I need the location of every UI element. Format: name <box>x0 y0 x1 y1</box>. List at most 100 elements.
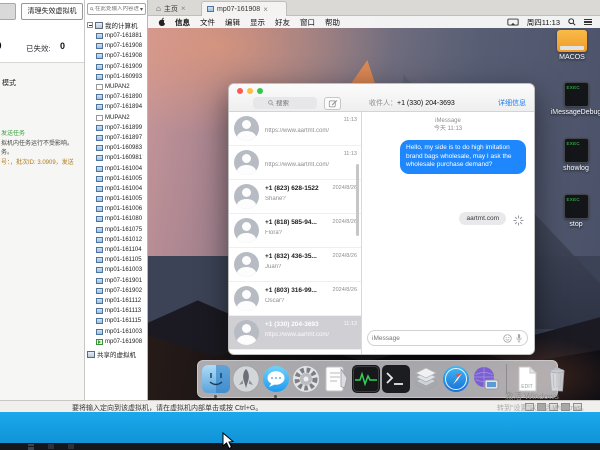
partial-button[interactable] <box>0 3 16 20</box>
tree-root-my-computer[interactable]: 我的计算机 <box>87 20 138 30</box>
vm-tree-item[interactable]: mp01-161080 <box>96 214 148 224</box>
vm-tree-item[interactable]: mp07-161894 <box>96 102 148 112</box>
vm-tree-item[interactable]: mp07-161908 <box>96 41 148 51</box>
start-button[interactable] <box>28 444 34 450</box>
close-icon[interactable]: × <box>181 4 186 13</box>
vm-tree-item[interactable]: mp01-161003 <box>96 265 148 275</box>
dock-launchpad-icon[interactable] <box>232 365 260 393</box>
dock-document-icon[interactable]: EDIT <box>513 365 541 393</box>
vm-tree-item[interactable]: mp07-161899 <box>96 123 148 133</box>
vm-tree-item[interactable]: mp01-161004 <box>96 163 148 173</box>
compose-button[interactable] <box>324 97 341 110</box>
vm-tree-item[interactable]: mp01-161105 <box>96 255 148 265</box>
dock-terminal-icon[interactable] <box>382 365 410 393</box>
desktop-icon-showlog[interactable]: EXEC showlog <box>548 138 600 172</box>
taskbar-app-icon[interactable] <box>48 444 54 449</box>
vm-tree-item[interactable]: mp01-161112 <box>96 296 148 306</box>
vm-tree-item[interactable]: mp01-161004 <box>96 184 148 194</box>
vm-tree-item[interactable]: mp07-161902 <box>96 286 148 296</box>
notification-center-icon[interactable] <box>584 19 592 26</box>
conversation-item[interactable]: +1 (330) 204-369311:13https://www.aartmt… <box>229 316 361 350</box>
vm-tree-item[interactable]: mp01-161003 <box>96 326 148 336</box>
messages-search-field[interactable] <box>253 97 317 109</box>
vm-tree-item[interactable]: mp07-161908 <box>96 51 148 61</box>
vm-tree-item[interactable]: mp07-161901 <box>96 276 148 286</box>
vm-tree-item[interactable]: mp01-161005 <box>96 174 148 184</box>
vm-tree-item[interactable]: mp07-161908 <box>96 337 148 347</box>
dock-activity-monitor-icon[interactable] <box>352 365 380 393</box>
vm-tree-item[interactable]: mp01-161113 <box>96 306 148 316</box>
dock-finder-icon[interactable] <box>202 365 230 393</box>
details-link[interactable]: 详细信息 <box>498 98 526 108</box>
vm-tree-item[interactable]: mp07-161897 <box>96 133 148 143</box>
menubar-menu[interactable]: 编辑 <box>225 17 240 28</box>
menubar-menu[interactable]: 帮助 <box>325 17 340 28</box>
vm-tree-item[interactable]: mp01-160983 <box>96 143 148 153</box>
to-value[interactable]: +1 (330) 204-3693 <box>397 100 455 107</box>
vm-tree-item[interactable]: mp01-161075 <box>96 225 148 235</box>
conversation-item[interactable]: +1 (832) 436-35...2024/8/26Juan? <box>229 248 361 282</box>
dock-messages-icon[interactable] <box>262 365 290 393</box>
link-message-bubble[interactable]: aartmt.com <box>459 212 506 225</box>
dock-textedit-icon[interactable] <box>322 365 350 393</box>
messages-search-input[interactable] <box>276 100 302 107</box>
dock-trash-icon[interactable] <box>543 365 571 393</box>
message-input[interactable] <box>372 335 500 342</box>
vm-tree-item[interactable]: mp07-161890 <box>96 92 148 102</box>
menubar-menu[interactable]: 显示 <box>250 17 265 28</box>
apple-menu[interactable] <box>158 17 166 27</box>
clean-invalid-vms-button[interactable]: 清理失效虚拟机 <box>21 3 83 20</box>
vm-tree-item[interactable]: MUPAN2 <box>96 113 148 123</box>
conversation-item[interactable]: +1 (823) 628-15222024/8/26Shane? <box>229 180 361 214</box>
conversation-item[interactable]: 11:13https://www.aartmt.com/ <box>229 112 361 146</box>
taskbar-app-icon[interactable] <box>68 444 74 449</box>
spotlight-search-icon[interactable] <box>568 18 576 26</box>
menu-bar-clock[interactable]: 周四11:13 <box>527 17 560 28</box>
tab-vm[interactable]: mp07-161908 × <box>201 1 287 16</box>
library-search-box[interactable]: ▾ <box>87 3 146 15</box>
vm-tree-item[interactable]: mp07-161881 <box>96 31 148 41</box>
display-icon[interactable] <box>507 18 519 27</box>
vm-tree-item[interactable]: mp01-161006 <box>96 204 148 214</box>
vm-icon <box>96 33 103 39</box>
close-icon[interactable]: × <box>263 5 268 14</box>
vm-tree-item[interactable]: MUPAN2 <box>96 82 148 92</box>
messages-titlebar[interactable]: 收件人：+1 (330) 204-3693 详细信息 <box>229 84 534 112</box>
vm-tree-item[interactable]: mp07-161909 <box>96 62 148 72</box>
library-search-input[interactable] <box>95 6 139 12</box>
avatar <box>234 252 259 277</box>
menubar-menu[interactable]: 好友 <box>275 17 290 28</box>
desktop-icon-macos-drive[interactable]: MACOS <box>544 30 600 61</box>
menubar-menu[interactable]: 窗口 <box>300 17 315 28</box>
collapse-icon[interactable] <box>87 22 93 28</box>
chevron-down-icon[interactable]: ▾ <box>140 6 143 13</box>
zoom-window-button[interactable] <box>257 88 263 94</box>
vm-tree-item[interactable]: mp01-161115 <box>96 316 148 326</box>
microphone-icon[interactable] <box>515 333 523 343</box>
desktop-icon-stop[interactable]: EXEC stop <box>548 194 600 228</box>
menubar-menu[interactable]: 信息 <box>175 17 190 28</box>
conversation-item[interactable]: +1 (818) 585-94...2024/8/26Flora? <box>229 214 361 248</box>
emoji-icon[interactable] <box>503 334 512 343</box>
home-icon: ⌂ <box>156 5 161 13</box>
minimize-window-button[interactable] <box>247 88 253 94</box>
conversation-item[interactable]: 11:13https://www.aartmt.com/ <box>229 146 361 180</box>
avatar <box>234 184 259 209</box>
desktop-icon-imessagedebug[interactable]: EXEC iMessageDebug <box>548 82 600 116</box>
message-input-field[interactable] <box>367 330 528 346</box>
vm-tree-item[interactable]: mp01-160981 <box>96 153 148 163</box>
dock-screen-sharing-icon[interactable] <box>472 365 500 393</box>
dock-system-preferences-icon[interactable] <box>292 365 320 393</box>
vm-tree-item[interactable]: mp01-161005 <box>96 194 148 204</box>
conversation-item[interactable]: +1 (803) 316-99...2024/8/26Oscar? <box>229 282 361 316</box>
dock-installer-icon[interactable] <box>412 365 440 393</box>
menubar-menu[interactable]: 文件 <box>200 17 215 28</box>
tab-home[interactable]: ⌂ 主页 × <box>151 1 199 16</box>
vm-tree-item[interactable]: mp01-161104 <box>96 245 148 255</box>
close-window-button[interactable] <box>237 88 243 94</box>
dock-safari-icon[interactable] <box>442 365 470 393</box>
vm-tree-item[interactable]: mp01-161012 <box>96 235 148 245</box>
vm-tree-item[interactable]: mp01-160993 <box>96 72 148 82</box>
tree-shared-vms[interactable]: 共享的虚拟机 <box>87 349 136 359</box>
scrollbar-thumb[interactable] <box>356 164 359 236</box>
